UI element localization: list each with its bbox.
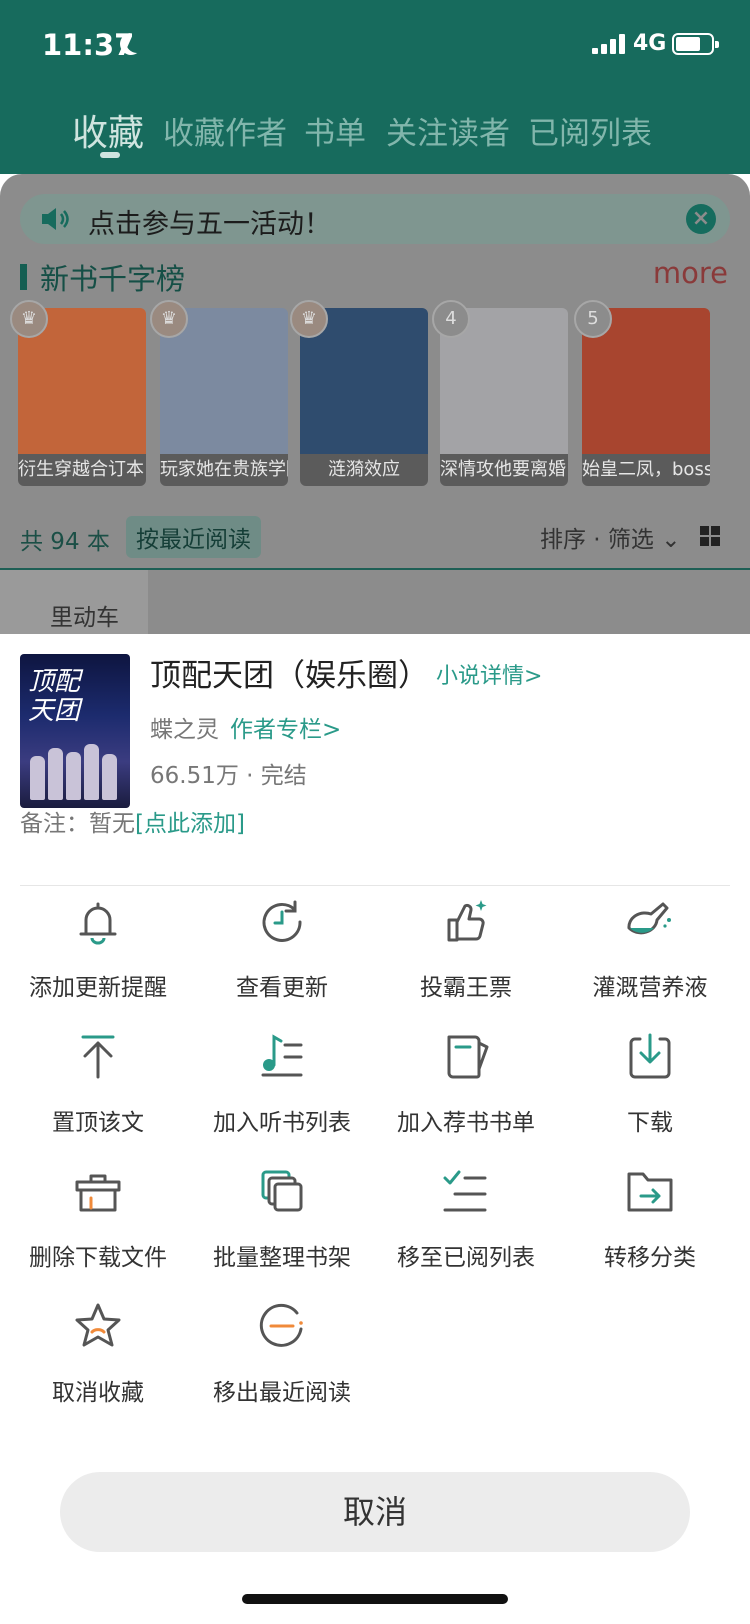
ranking-more-link[interactable]: more xyxy=(653,256,728,290)
banner-close-icon[interactable]: × xyxy=(686,204,716,234)
move-folder-icon xyxy=(627,1172,673,1212)
action-label: 批量整理书架 xyxy=(213,1245,351,1271)
shelf-item-title: 里动车 xyxy=(50,605,119,631)
sort-filter-label: 排序 · 筛选 xyxy=(540,527,654,553)
action-label: 取消收藏 xyxy=(52,1380,144,1406)
speaker-icon xyxy=(42,208,69,230)
move-to-read-list-button[interactable]: 移至已阅列表 xyxy=(374,1156,558,1290)
book-caption: 涟漪效应 xyxy=(300,454,428,486)
audio-list-icon xyxy=(261,1034,303,1077)
book-cover-image: 顶配天团 xyxy=(20,654,130,808)
action-label: 加入听书列表 xyxy=(213,1110,351,1136)
book-caption: 衍生穿越合订本 xyxy=(18,454,146,486)
crown-silver-icon: ♛ xyxy=(150,300,188,338)
ranking-books: 衍生穿越合订本 玩家她在贵族学院捡垃圾 涟漪效应 深情攻他要离婚 始皇二凤，bo… xyxy=(10,300,750,488)
ranking-marker xyxy=(20,264,27,290)
unfavorite-star-icon xyxy=(75,1303,121,1347)
add-to-audio-list-button[interactable]: 加入听书列表 xyxy=(190,1021,374,1155)
action-label: 添加更新提醒 xyxy=(29,975,167,1001)
cancel-button[interactable]: 取消 xyxy=(60,1472,690,1552)
crown-gold-icon: ♛ xyxy=(10,300,48,338)
download-button[interactable]: 下载 xyxy=(558,1021,742,1155)
banner-text: 点击参与五一活动！ xyxy=(88,209,331,240)
note-text: 备注：暂无 xyxy=(20,811,135,837)
add-note-link[interactable]: [点此添加] xyxy=(135,811,245,837)
crown-bronze-icon: ♛ xyxy=(290,300,328,338)
tab-favorite-authors[interactable]: 收藏作者 xyxy=(163,108,287,153)
action-label: 加入荐书书单 xyxy=(397,1110,535,1136)
add-to-booklist-button[interactable]: 加入荐书书单 xyxy=(374,1021,558,1155)
bell-icon xyxy=(79,902,117,945)
network-label: 4G xyxy=(633,31,667,56)
signal-icon xyxy=(592,34,625,54)
unfavorite-button[interactable]: 取消收藏 xyxy=(6,1291,190,1425)
cover-figures xyxy=(30,740,122,800)
sort-recent-tag[interactable]: 按最近阅读 xyxy=(126,516,261,558)
book-action-sheet: 顶配天团 顶配天团（娱乐圈） 小说详情> 蝶之灵 作者专栏> 66.51万 · … xyxy=(0,634,750,1624)
download-icon xyxy=(629,1033,671,1079)
top-tabs: 收藏 收藏作者 书单 关注读者 已阅列表 xyxy=(0,90,750,174)
tab-read-list[interactable]: 已阅列表 xyxy=(528,108,652,153)
action-label: 下载 xyxy=(627,1110,673,1136)
book-list-icon xyxy=(447,1035,489,1079)
rank-badge-5: 5 xyxy=(574,300,612,338)
book-count: 共 94 本 xyxy=(20,529,110,555)
nutrient-button[interactable]: 灌溉营养液 xyxy=(558,886,742,1020)
status-time: 11:37 xyxy=(42,28,135,62)
pin-top-icon xyxy=(81,1035,115,1079)
delete-downloads-button[interactable]: 删除下载文件 xyxy=(6,1156,190,1290)
read-list-icon xyxy=(443,1170,487,1212)
check-updates-button[interactable]: 查看更新 xyxy=(190,886,374,1020)
author-column-link[interactable]: 作者专栏> xyxy=(230,710,341,744)
book-caption: 玩家她在贵族学院捡垃圾 xyxy=(160,454,288,486)
activity-banner[interactable]: 点击参与五一活动！ × xyxy=(20,194,730,244)
cover-title-art: 顶配天团 xyxy=(28,667,81,726)
tab-booklists[interactable]: 书单 xyxy=(304,108,366,153)
ranking-title: 新书千字榜 xyxy=(40,262,186,296)
sort-filter-button[interactable]: 排序 · 筛选 ⌄ xyxy=(540,520,681,554)
flask-icon xyxy=(627,902,671,935)
action-label: 删除下载文件 xyxy=(29,1245,167,1271)
book-caption: 深情攻他要离婚 xyxy=(440,454,568,486)
battery-icon xyxy=(672,33,719,55)
delete-files-icon xyxy=(75,1174,121,1212)
tab-favorites[interactable]: 收藏 xyxy=(72,104,144,156)
active-tab-indicator xyxy=(100,152,120,158)
book-meta: 66.51万 · 完结 xyxy=(150,763,307,789)
rank-badge-4: 4 xyxy=(432,300,470,338)
book-caption: 始皇二凤，boss直聘 xyxy=(582,454,710,486)
note-row: 备注：暂无[点此添加] xyxy=(20,804,245,838)
action-label: 置顶该文 xyxy=(52,1110,144,1136)
move-category-button[interactable]: 转移分类 xyxy=(558,1156,742,1290)
novel-detail-link[interactable]: 小说详情> xyxy=(436,658,542,690)
book-title: 顶配天团（娱乐圈） xyxy=(150,658,429,694)
author-name: 蝶之灵 xyxy=(150,717,219,743)
tab-followed-readers[interactable]: 关注读者 xyxy=(386,108,510,153)
pin-to-top-button[interactable]: 置顶该文 xyxy=(6,1021,190,1155)
action-label: 查看更新 xyxy=(236,975,328,1001)
vote-ticket-button[interactable]: 投霸王票 xyxy=(374,886,558,1020)
batch-shelf-icon xyxy=(261,1170,303,1212)
action-label: 投霸王票 xyxy=(420,975,512,1001)
moon-icon xyxy=(126,31,148,53)
home-indicator xyxy=(242,1594,508,1604)
thumbs-up-icon xyxy=(447,900,487,942)
add-update-reminder-button[interactable]: 添加更新提醒 xyxy=(6,886,190,1020)
batch-organize-button[interactable]: 批量整理书架 xyxy=(190,1156,374,1290)
action-label: 灌溉营养液 xyxy=(592,975,708,1001)
grid-view-icon[interactable] xyxy=(700,526,720,546)
remove-recent-icon xyxy=(259,1303,303,1347)
action-label: 移至已阅列表 xyxy=(397,1245,535,1271)
status-bar: 11:37 4G xyxy=(0,0,750,90)
shelf-background: 点击参与五一活动！ × 新书千字榜 more 衍生穿越合订本 玩家她在贵族学院捡… xyxy=(0,174,750,634)
remove-recent-button[interactable]: 移出最近阅读 xyxy=(190,1291,374,1425)
refresh-clock-icon xyxy=(262,900,302,942)
action-label: 移出最近阅读 xyxy=(213,1380,351,1406)
action-label: 转移分类 xyxy=(604,1245,696,1271)
